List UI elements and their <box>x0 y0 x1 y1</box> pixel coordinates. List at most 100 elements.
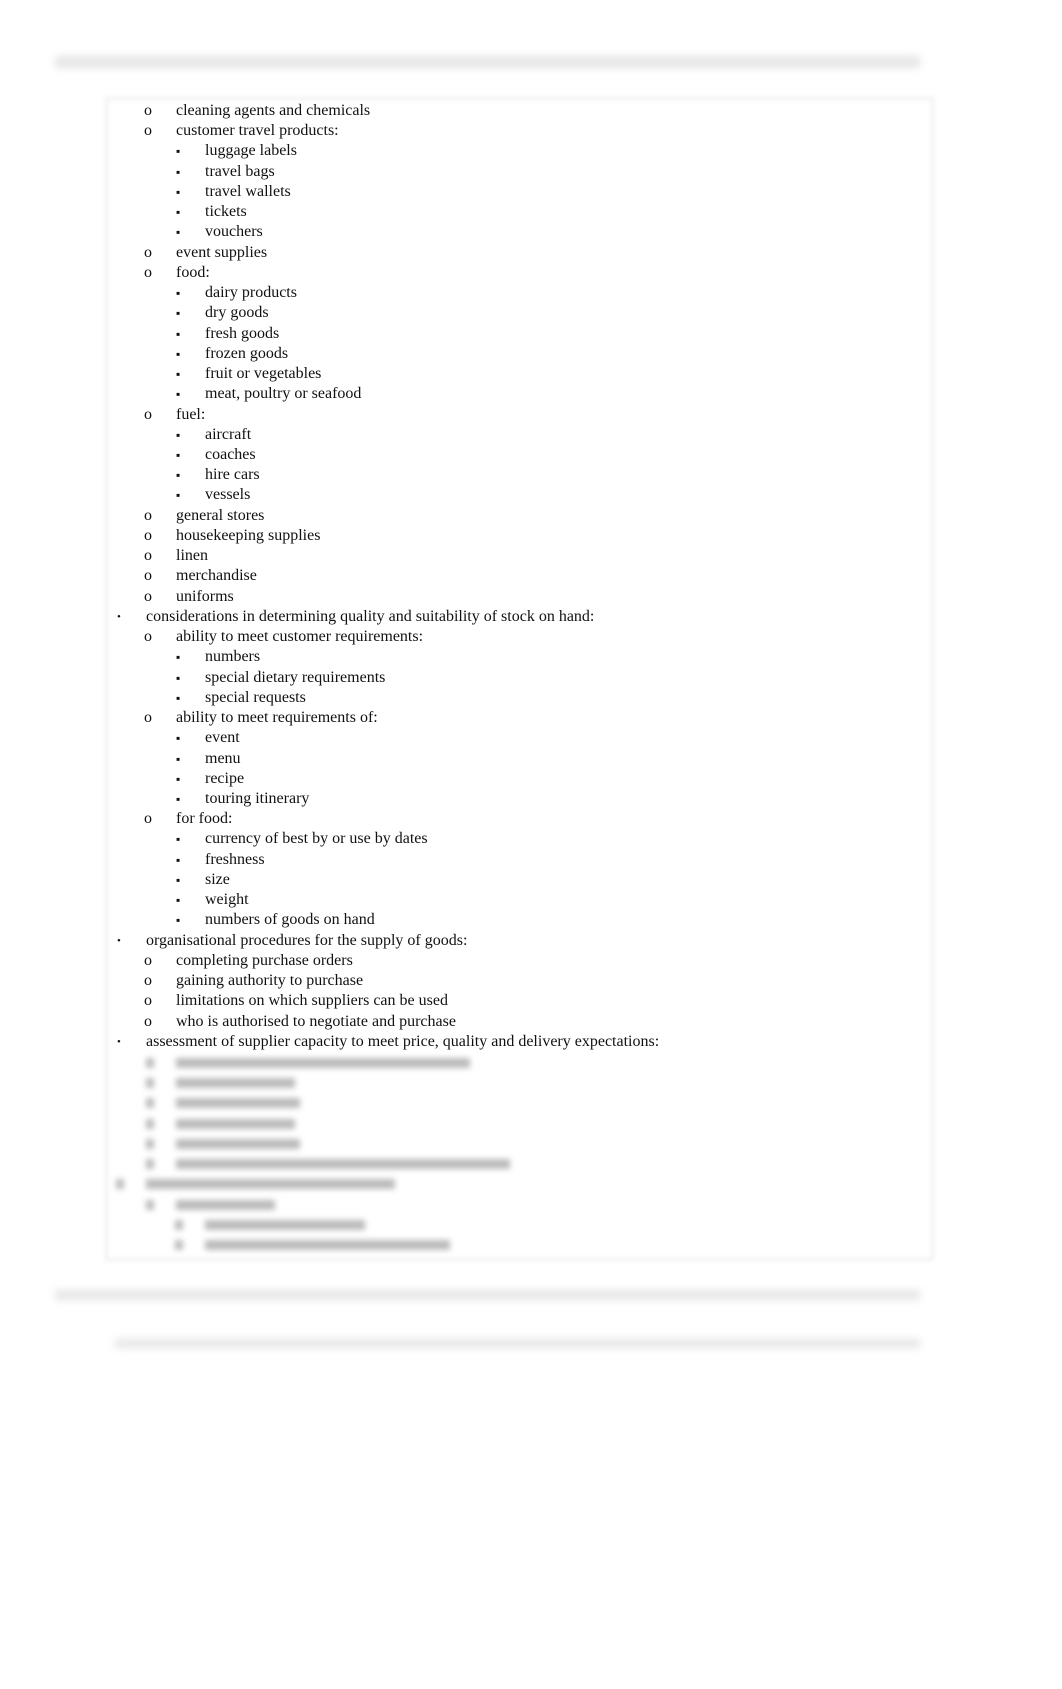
list-item: o housekeeping supplies <box>0 526 1062 546</box>
blurred-list-item <box>0 1113 1062 1133</box>
list-item: o ability to meet customer requirements: <box>0 627 1062 647</box>
list-item: ▪ meat, poultry or seafood <box>0 384 1062 404</box>
list-item-text: travel bags <box>205 162 275 180</box>
blurred-text <box>146 1179 395 1190</box>
list-item-text: fruit or vegetables <box>205 365 322 383</box>
bullet-marker: • <box>117 610 121 623</box>
list-item: o who is authorised to negotiate and purc… <box>0 1012 1062 1032</box>
list-item: ▪ coaches <box>0 445 1062 465</box>
list-item-text: event <box>205 729 240 747</box>
bullet-marker: ▪ <box>176 306 181 321</box>
blurred-marker <box>146 1159 154 1170</box>
list-item-text: customer travel products: <box>176 122 339 140</box>
list-item-text: uniforms <box>176 587 234 605</box>
bullet-marker: ▪ <box>176 205 181 220</box>
list-item-text: event supplies <box>176 243 268 261</box>
bullet-marker: • <box>117 1035 121 1048</box>
blurred-text <box>176 1159 510 1170</box>
blurred-text <box>176 1199 275 1210</box>
blurred-marker <box>175 1219 183 1230</box>
list-item-text: vouchers <box>205 223 263 241</box>
list-item-text: cleaning agents and chemicals <box>176 102 371 119</box>
bullet-marker: ▪ <box>176 893 181 908</box>
blurred-footer-bar <box>55 1290 920 1300</box>
bullet-marker: ▪ <box>176 852 181 867</box>
blurred-marker <box>146 1138 154 1149</box>
blurred-list-item <box>0 1133 1062 1153</box>
list-item: ▪ tickets <box>0 202 1062 222</box>
list-item: ▪ frozen goods <box>0 344 1062 364</box>
blurred-list-item <box>0 1092 1062 1112</box>
blurred-list-item <box>0 1153 1062 1173</box>
bullet-marker: ▪ <box>176 447 181 462</box>
bullet-marker: ▪ <box>176 427 181 442</box>
bullet-marker: o <box>144 1012 152 1030</box>
list-item-text: dry goods <box>205 304 269 322</box>
list-item-text: considerations in determining quality an… <box>146 607 595 625</box>
bullet-marker: ▪ <box>176 771 181 786</box>
list-item: • considerations in determining quality a… <box>0 607 1062 627</box>
list-item-text: weight <box>205 891 249 909</box>
blurred-text <box>176 1138 300 1149</box>
list-item: ▪ fresh goods <box>0 324 1062 344</box>
bullet-marker: ▪ <box>176 650 181 665</box>
list-item: ▪ fruit or vegetables <box>0 364 1062 384</box>
bullet-marker: o <box>144 810 152 828</box>
list-item: ▪ travel wallets <box>0 182 1062 202</box>
bullet-marker: o <box>144 526 152 544</box>
list-item: ▪ size <box>0 870 1062 890</box>
blurred-list-item <box>0 1194 1062 1214</box>
blurred-text <box>176 1078 295 1089</box>
list-item-text: tickets <box>205 203 247 221</box>
bullet-marker: o <box>144 243 152 261</box>
blurred-text <box>205 1240 450 1251</box>
list-item: o cleaning agents and chemicals <box>0 101 1062 121</box>
list-item-text: coaches <box>205 445 256 463</box>
list-item-text: hire cars <box>205 466 260 484</box>
blurred-marker <box>146 1098 154 1109</box>
blurred-text <box>176 1098 300 1109</box>
list-item-text: limitations on which suppliers can be us… <box>176 992 448 1010</box>
list-item-text: assessment of supplier capacity to meet … <box>146 1032 660 1050</box>
list-item: o event supplies <box>0 243 1062 263</box>
blurred-marker <box>146 1078 154 1089</box>
bullet-marker: o <box>144 709 152 727</box>
list-item: o general stores <box>0 506 1062 526</box>
list-item-text: housekeeping supplies <box>176 526 321 544</box>
list-item: ▪ recipe <box>0 769 1062 789</box>
bullet-marker: ▪ <box>176 326 181 341</box>
bullet-marker: ▪ <box>176 690 181 705</box>
list-item: ▪ touring itinerary <box>0 789 1062 809</box>
bullet-marker: o <box>144 992 152 1010</box>
list-item: ▪ vessels <box>0 485 1062 505</box>
list-item-text: food: <box>176 263 210 281</box>
list-item: o food: <box>0 263 1062 283</box>
bullet-marker: ▪ <box>176 468 181 483</box>
list-item-text: organisational procedures for the supply… <box>146 931 468 949</box>
blurred-list-item <box>0 1234 1062 1254</box>
list-item: ▪ numbers <box>0 647 1062 667</box>
list-item: o for food: <box>0 809 1062 829</box>
list-item-text: travel wallets <box>205 182 291 200</box>
blurred-marker <box>146 1118 154 1129</box>
bullet-marker: ▪ <box>176 670 181 685</box>
bullet-marker: ▪ <box>176 791 181 806</box>
list-item: ▪ menu <box>0 749 1062 769</box>
bullet-marker: ▪ <box>176 367 181 382</box>
list-item: ▪ numbers of goods on hand <box>0 910 1062 930</box>
list-item: ▪ dairy products <box>0 283 1062 303</box>
list-item: ▪ hire cars <box>0 465 1062 485</box>
list-item: ▪ currency of best by or use by dates <box>0 829 1062 849</box>
list-item-text: touring itinerary <box>205 789 310 807</box>
bullet-marker: o <box>144 972 152 990</box>
list-item: o customer travel products: <box>0 121 1062 141</box>
bullet-marker: ▪ <box>176 387 181 402</box>
list-item-text: numbers of goods on hand <box>205 911 375 929</box>
bullet-marker: o <box>144 122 152 140</box>
list-item: o uniforms <box>0 587 1062 607</box>
list-item: ▪ dry goods <box>0 303 1062 323</box>
bullet-marker: o <box>144 547 152 565</box>
bullet-marker: ▪ <box>176 872 181 887</box>
list-item-text: for food: <box>176 810 233 828</box>
bullet-list: o cleaning agents and chemicals o customer … <box>0 101 1062 1254</box>
